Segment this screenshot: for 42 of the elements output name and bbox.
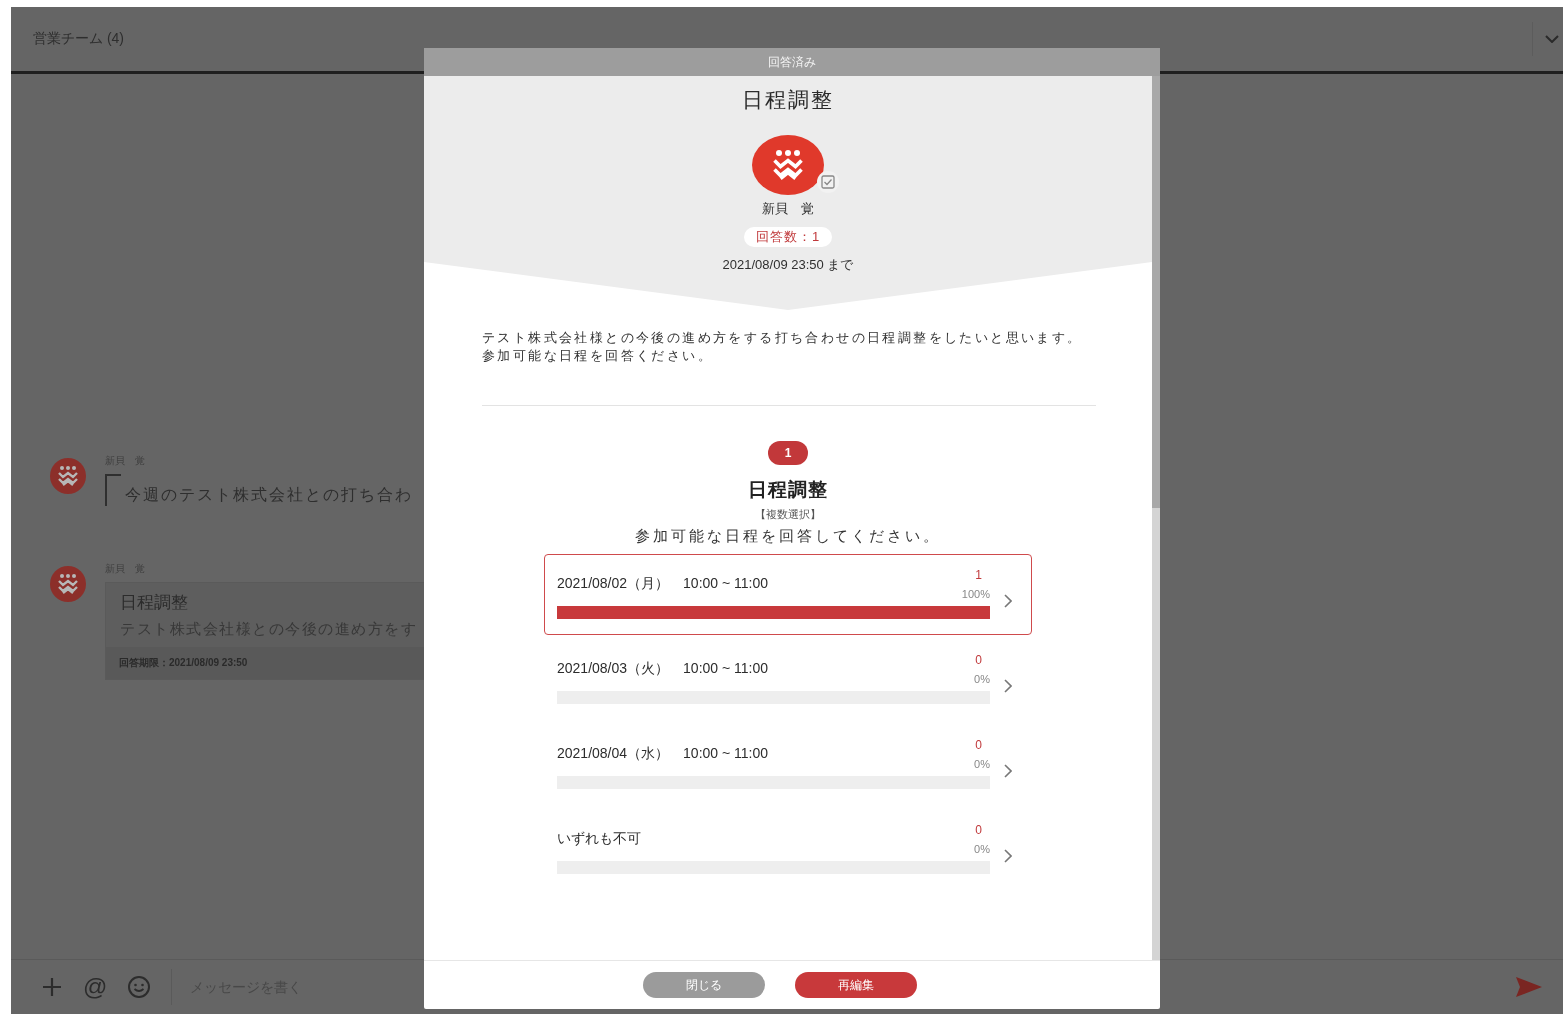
vote-count: 0	[975, 738, 982, 752]
chevron-right-icon	[1004, 849, 1012, 863]
author-name: 新貝 覚	[762, 200, 814, 218]
vote-percent: 0%	[974, 758, 990, 770]
answer-option[interactable]: 2021/08/03（火） 10:00 ~ 11:00 0 0%	[544, 639, 1032, 720]
answer-option[interactable]: 2021/08/02（月） 10:00 ~ 11:00 1 100%	[544, 554, 1032, 635]
answer-option[interactable]: いずれも不可 0 0%	[544, 809, 1032, 890]
question-prompt: 参加可能な日程を回答してください。	[635, 527, 941, 546]
answer-count: 回答数：1	[743, 227, 833, 247]
option-label: 2021/08/04（水） 10:00 ~ 11:00	[557, 745, 769, 763]
description-paragraph: テスト株式会社様との今後の進め方をする打ち合わせの日程調整をしたいと思います。	[482, 329, 1084, 347]
status-banner: 回答済み	[424, 48, 1160, 76]
avatar-icon	[752, 135, 824, 195]
question-number: 1	[768, 441, 808, 465]
plus-icon[interactable]	[41, 976, 63, 998]
vote-percent: 0%	[974, 673, 990, 685]
chevron-down-icon[interactable]	[1545, 35, 1559, 43]
vote-count: 0	[975, 823, 982, 837]
reedit-button[interactable]: 再編集	[795, 972, 917, 998]
selection-mode: 【複数選択】	[755, 507, 821, 522]
answer-option[interactable]: 2021/08/04（水） 10:00 ~ 11:00 0 0%	[544, 724, 1032, 805]
chevron-right-icon	[1004, 679, 1012, 693]
vote-percent: 0%	[974, 843, 990, 855]
avatar-icon	[50, 566, 86, 602]
chevron-right-icon	[1004, 594, 1012, 608]
smiley-icon[interactable]	[127, 975, 152, 999]
option-label: 2021/08/03（火） 10:00 ~ 11:00	[557, 660, 769, 678]
description-paragraph: 参加可能な日程を回答ください。	[482, 347, 714, 365]
question-title: 日程調整	[748, 478, 828, 502]
vote-count: 0	[975, 653, 982, 667]
option-label: 2021/08/02（月） 10:00 ~ 11:00	[557, 575, 769, 593]
chevron-right-icon	[1004, 764, 1012, 778]
avatar-icon	[50, 458, 86, 494]
checkbox-icon	[817, 171, 839, 193]
scrollbar-thumb[interactable]	[1152, 76, 1160, 508]
vote-count: 1	[975, 568, 982, 582]
option-label: いずれも不可	[557, 830, 641, 848]
vote-percent: 100%	[961, 588, 990, 600]
deadline-text: 2021/08/09 23:50 まで	[722, 256, 854, 274]
send-icon[interactable]	[1515, 975, 1543, 999]
dialog-title: 日程調整	[742, 87, 834, 113]
quote-bracket	[105, 474, 121, 506]
